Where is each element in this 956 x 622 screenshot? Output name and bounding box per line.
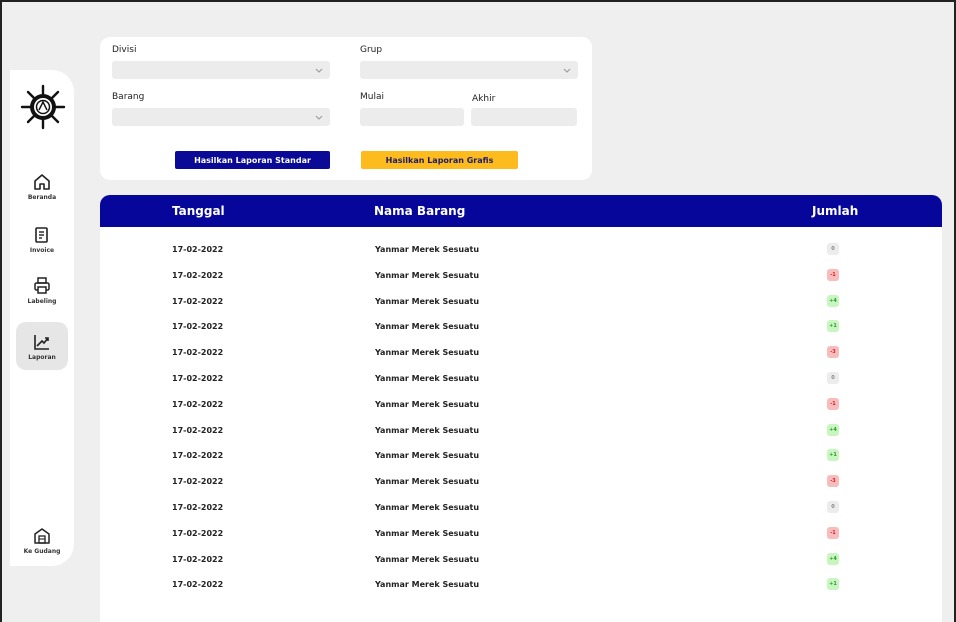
column-header-jumlah: Jumlah [812, 204, 859, 218]
table-row[interactable]: 17-02-2022 Yanmar Merek Sesuatu 0 [100, 239, 942, 264]
hasilkan-laporan-standar-button[interactable]: Hasilkan Laporan Standar [175, 151, 330, 169]
cell-nama-barang: Yanmar Merek Sesuatu [375, 296, 480, 306]
filter-card: Divisi Grup Barang Mulai Akhir Hasilkan … [100, 37, 592, 180]
hasilkan-laporan-grafis-button[interactable]: Hasilkan Laporan Grafis [361, 151, 518, 169]
cell-nama-barang: Yanmar Merek Sesuatu [375, 503, 480, 512]
table-row[interactable]: 17-02-2022 Yanmar Merek Sesuatu 0 [100, 497, 942, 522]
cell-nama-barang: Yanmar Merek Sesuatu [375, 399, 480, 409]
cell-nama-barang: Yanmar Merek Sesuatu [375, 528, 480, 538]
jumlah-badge: +4 [827, 294, 839, 307]
akhir-label: Akhir [472, 94, 496, 104]
cell-tanggal: 17-02-2022 [172, 399, 224, 409]
cell-nama-barang: Yanmar Merek Sesuatu [375, 451, 480, 461]
cell-tanggal: 17-02-2022 [172, 580, 224, 590]
logo-icon [20, 84, 66, 130]
sidebar-item-ke-gudang[interactable]: Ke Gudang [16, 516, 68, 564]
report-table: Tanggal Nama Barang Jumlah 17-02-2022 Yan… [100, 195, 942, 622]
column-header-tanggal: Tanggal [172, 204, 225, 218]
sidebar-item-labeling[interactable]: Labeling [16, 266, 68, 314]
divisi-select[interactable] [112, 61, 330, 79]
chart-up-icon [34, 334, 49, 350]
cell-tanggal: 17-02-2022 [172, 528, 224, 538]
grup-label: Grup [360, 45, 383, 55]
mulai-label: Mulai [360, 92, 384, 102]
cell-nama-barang: Yanmar Merek Sesuatu [375, 425, 480, 435]
receipt-icon [35, 226, 48, 243]
printer-icon [34, 276, 50, 294]
cell-tanggal: 17-02-2022 [172, 322, 224, 332]
chevron-down-icon [563, 68, 571, 73]
sidebar-item-label: Invoice [29, 246, 55, 254]
jumlah-badge: +1 [827, 449, 839, 462]
cell-nama-barang: Yanmar Merek Sesuatu [375, 270, 480, 280]
table-row[interactable]: 17-02-2022 Yanmar Merek Sesuatu -1 [100, 523, 942, 548]
table-row[interactable]: 17-02-2022 Yanmar Merek Sesuatu 0 [100, 368, 942, 393]
jumlah-badge: -3 [827, 475, 839, 488]
sidebar-item-laporan[interactable]: Laporan [16, 322, 68, 370]
cell-tanggal: 17-02-2022 [172, 425, 224, 435]
jumlah-badge: -1 [827, 526, 839, 539]
jumlah-badge: +4 [827, 552, 839, 565]
table-row[interactable]: 17-02-2022 Yanmar Merek Sesuatu -1 [100, 394, 942, 419]
cell-nama-barang: Yanmar Merek Sesuatu [375, 580, 480, 590]
cell-tanggal: 17-02-2022 [172, 451, 224, 461]
sidebar-item-beranda[interactable]: Beranda [16, 162, 68, 210]
barang-select[interactable] [112, 108, 330, 126]
cell-nama-barang: Yanmar Merek Sesuatu [375, 374, 480, 383]
cell-nama-barang: Yanmar Merek Sesuatu [375, 348, 480, 358]
divisi-label: Divisi [112, 45, 137, 55]
jumlah-badge: -1 [827, 268, 839, 281]
cell-nama-barang: Yanmar Merek Sesuatu [375, 322, 480, 332]
jumlah-badge: 0 [827, 243, 839, 255]
table-row[interactable]: 17-02-2022 Yanmar Merek Sesuatu +4 [100, 291, 942, 316]
mulai-input[interactable] [360, 108, 464, 126]
jumlah-badge: 0 [827, 501, 839, 513]
app-frame: Beranda Invoice Labeling Laporan Ke Guda… [0, 0, 956, 622]
sidebar-item-invoice[interactable]: Invoice [16, 215, 68, 263]
jumlah-badge: 0 [827, 372, 839, 384]
cell-tanggal: 17-02-2022 [172, 554, 224, 564]
sidebar-item-label: Laporan [28, 353, 56, 361]
jumlah-badge: +1 [827, 320, 839, 333]
chevron-down-icon [315, 115, 323, 120]
jumlah-badge: +4 [827, 423, 839, 436]
sidebar-item-label: Labeling [27, 297, 57, 305]
akhir-input[interactable] [471, 108, 577, 126]
column-header-nama-barang: Nama Barang [374, 204, 466, 218]
cell-tanggal: 17-02-2022 [172, 348, 224, 358]
table-row[interactable]: 17-02-2022 Yanmar Merek Sesuatu +1 [100, 574, 942, 599]
jumlah-badge: +1 [827, 578, 839, 591]
chevron-down-icon [315, 68, 323, 73]
jumlah-badge: -1 [827, 397, 839, 410]
jumlah-badge: -3 [827, 346, 839, 359]
sidebar: Beranda Invoice Labeling Laporan Ke Guda… [10, 70, 74, 566]
cell-tanggal: 17-02-2022 [172, 245, 224, 254]
cell-tanggal: 17-02-2022 [172, 296, 224, 306]
table-row[interactable]: 17-02-2022 Yanmar Merek Sesuatu -1 [100, 265, 942, 290]
grup-select[interactable] [360, 61, 578, 79]
cell-nama-barang: Yanmar Merek Sesuatu [375, 554, 480, 564]
sidebar-item-label: Ke Gudang [23, 547, 61, 555]
table-row[interactable]: 17-02-2022 Yanmar Merek Sesuatu -3 [100, 471, 942, 496]
cell-tanggal: 17-02-2022 [172, 503, 224, 512]
sidebar-item-label: Beranda [27, 193, 57, 201]
cell-nama-barang: Yanmar Merek Sesuatu [375, 477, 480, 487]
table-row[interactable]: 17-02-2022 Yanmar Merek Sesuatu +1 [100, 316, 942, 341]
warehouse-icon [34, 527, 50, 544]
table-row[interactable]: 17-02-2022 Yanmar Merek Sesuatu +4 [100, 549, 942, 574]
home-icon [34, 173, 50, 190]
cell-tanggal: 17-02-2022 [172, 374, 224, 383]
table-header: Tanggal Nama Barang Jumlah [100, 195, 942, 227]
barang-label: Barang [112, 92, 145, 102]
table-row[interactable]: 17-02-2022 Yanmar Merek Sesuatu +1 [100, 445, 942, 470]
table-row[interactable]: 17-02-2022 Yanmar Merek Sesuatu -3 [100, 342, 942, 367]
cell-nama-barang: Yanmar Merek Sesuatu [375, 245, 480, 254]
cell-tanggal: 17-02-2022 [172, 270, 224, 280]
table-row[interactable]: 17-02-2022 Yanmar Merek Sesuatu +4 [100, 420, 942, 445]
cell-tanggal: 17-02-2022 [172, 477, 224, 487]
